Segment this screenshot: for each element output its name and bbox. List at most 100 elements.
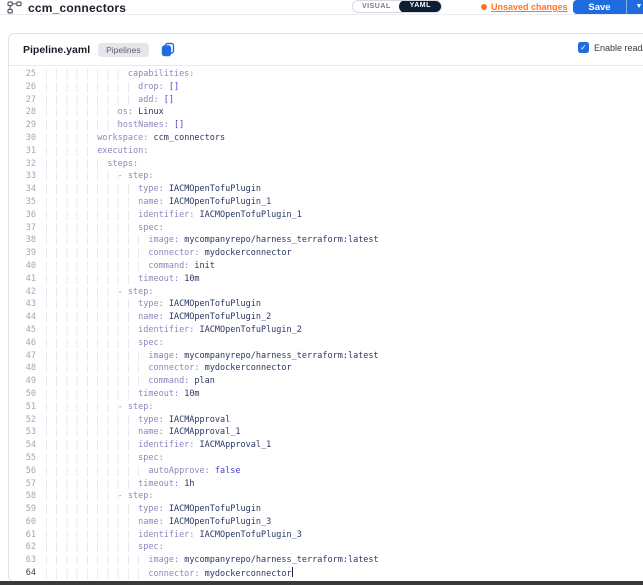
code-line[interactable]: 27 add: []: [9, 94, 643, 107]
code-line[interactable]: 35 name: IACMOpenTofuPlugin_1: [9, 196, 643, 209]
code-line-text: identifier: IACMOpenTofuPlugin_3: [46, 529, 302, 542]
code-line-text: connector: mydockerconnector: [46, 362, 292, 375]
code-line-text: identifier: IACMOpenTofuPlugin_1: [46, 209, 302, 222]
code-line[interactable]: 42 - step:: [9, 286, 643, 299]
code-line-text: add: []: [46, 94, 174, 107]
code-line[interactable]: 53 name: IACMApproval_1: [9, 426, 643, 439]
code-line-text: image: mycompanyrepo/harness_terraform:l…: [46, 554, 379, 567]
code-line-text: workspace: ccm_connectors: [46, 132, 225, 145]
line-number: 29: [9, 119, 36, 132]
code-line-text: - step:: [46, 170, 153, 183]
code-area[interactable]: 25 capabilities:26 drop: []27 add: []28 …: [9, 66, 643, 580]
code-line-text: command: plan: [46, 375, 215, 388]
code-line-text: identifier: IACMOpenTofuPlugin_2: [46, 324, 302, 337]
line-number: 27: [9, 94, 36, 107]
copy-button[interactable]: [161, 42, 175, 57]
line-number: 40: [9, 260, 36, 273]
code-line[interactable]: 25 capabilities:: [9, 68, 643, 81]
code-line[interactable]: 43 type: IACMOpenTofuPlugin: [9, 298, 643, 311]
code-line[interactable]: 51 - step:: [9, 401, 643, 414]
top-bar: ccm_connectors VISUAL YAML Unsaved chang…: [0, 0, 643, 15]
readonly-toggle[interactable]: ✓ Enable read/: [578, 42, 643, 53]
code-line[interactable]: 57 timeout: 1h: [9, 478, 643, 491]
code-line[interactable]: 28 os: Linux: [9, 106, 643, 119]
code-line[interactable]: 30 workspace: ccm_connectors: [9, 132, 643, 145]
code-line-text: name: IACMApproval_1: [46, 426, 240, 439]
line-number: 28: [9, 106, 36, 119]
code-line[interactable]: 40 command: init: [9, 260, 643, 273]
code-line-text: image: mycompanyrepo/harness_terraform:l…: [46, 350, 379, 363]
code-line-text: capabilities:: [46, 68, 194, 81]
code-line[interactable]: 45 identifier: IACMOpenTofuPlugin_2: [9, 324, 643, 337]
line-number: 36: [9, 209, 36, 222]
toggle-visual[interactable]: VISUAL: [353, 1, 400, 12]
entity-type-badge: Pipelines: [98, 43, 149, 57]
checkbox-checked-icon[interactable]: ✓: [578, 42, 589, 53]
code-line-text: steps:: [46, 158, 138, 171]
code-line[interactable]: 29 hostNames: []: [9, 119, 643, 132]
code-line[interactable]: 41 timeout: 10m: [9, 273, 643, 286]
code-line[interactable]: 63 image: mycompanyrepo/harness_terrafor…: [9, 554, 643, 567]
code-line-text: image: mycompanyrepo/harness_terraform:l…: [46, 234, 379, 247]
line-number: 48: [9, 362, 36, 375]
code-line-text: drop: []: [46, 81, 179, 94]
code-line[interactable]: 61 identifier: IACMOpenTofuPlugin_3: [9, 529, 643, 542]
line-number: 35: [9, 196, 36, 209]
line-number: 38: [9, 234, 36, 247]
code-line[interactable]: 49 command: plan: [9, 375, 643, 388]
line-number: 58: [9, 490, 36, 503]
line-number: 42: [9, 286, 36, 299]
code-line[interactable]: 46 spec:: [9, 337, 643, 350]
line-number: 43: [9, 298, 36, 311]
code-line[interactable]: 31 execution:: [9, 145, 643, 158]
code-line[interactable]: 58 - step:: [9, 490, 643, 503]
code-line[interactable]: 64 connector: mydockerconnector: [9, 567, 643, 580]
code-line[interactable]: 33 - step:: [9, 170, 643, 183]
line-number: 52: [9, 414, 36, 427]
code-line[interactable]: 52 type: IACMApproval: [9, 414, 643, 427]
code-line-text: type: IACMOpenTofuPlugin: [46, 298, 261, 311]
code-line-text: connector: mydockerconnector: [46, 247, 292, 260]
code-line[interactable]: 39 connector: mydockerconnector: [9, 247, 643, 260]
save-split-button: Save ▼: [573, 0, 643, 14]
line-number: 30: [9, 132, 36, 145]
code-line[interactable]: 38 image: mycompanyrepo/harness_terrafor…: [9, 234, 643, 247]
code-line-text: execution:: [46, 145, 148, 158]
code-line-text: type: IACMOpenTofuPlugin: [46, 503, 261, 516]
line-number: 59: [9, 503, 36, 516]
line-number: 37: [9, 222, 36, 235]
page-title: ccm_connectors: [28, 1, 126, 15]
line-number: 31: [9, 145, 36, 158]
code-line[interactable]: 60 name: IACMOpenTofuPlugin_3: [9, 516, 643, 529]
yaml-editor-panel: Pipeline.yaml Pipelines ✓ Enable read/ 2…: [8, 33, 643, 582]
line-number: 64: [9, 567, 36, 580]
code-line[interactable]: 56 autoApprove: false: [9, 465, 643, 478]
code-line-text: name: IACMOpenTofuPlugin_3: [46, 516, 271, 529]
code-line[interactable]: 32 steps:: [9, 158, 643, 171]
code-line-text: timeout: 10m: [46, 273, 200, 286]
line-number: 39: [9, 247, 36, 260]
code-line[interactable]: 26 drop: []: [9, 81, 643, 94]
save-dropdown-button[interactable]: ▼: [627, 0, 643, 14]
code-line[interactable]: 44 name: IACMOpenTofuPlugin_2: [9, 311, 643, 324]
line-number: 33: [9, 170, 36, 183]
visual-yaml-toggle: VISUAL YAML: [352, 0, 442, 13]
code-line[interactable]: 54 identifier: IACMApproval_1: [9, 439, 643, 452]
code-line[interactable]: 34 type: IACMOpenTofuPlugin: [9, 183, 643, 196]
code-line[interactable]: 47 image: mycompanyrepo/harness_terrafor…: [9, 350, 643, 363]
code-line[interactable]: 55 spec:: [9, 452, 643, 465]
code-line[interactable]: 36 identifier: IACMOpenTofuPlugin_1: [9, 209, 643, 222]
code-line-text: name: IACMOpenTofuPlugin_2: [46, 311, 271, 324]
code-line[interactable]: 62 spec:: [9, 541, 643, 554]
line-number: 47: [9, 350, 36, 363]
toggle-yaml[interactable]: YAML: [399, 0, 442, 13]
code-line[interactable]: 59 type: IACMOpenTofuPlugin: [9, 503, 643, 516]
code-line[interactable]: 37 spec:: [9, 222, 643, 235]
unsaved-changes-link[interactable]: Unsaved changes: [491, 2, 568, 12]
code-line[interactable]: 48 connector: mydockerconnector: [9, 362, 643, 375]
code-line-text: - step:: [46, 401, 153, 414]
save-button[interactable]: Save: [573, 2, 626, 13]
code-line[interactable]: 50 timeout: 10m: [9, 388, 643, 401]
file-name: Pipeline.yaml: [23, 44, 90, 56]
line-number: 50: [9, 388, 36, 401]
